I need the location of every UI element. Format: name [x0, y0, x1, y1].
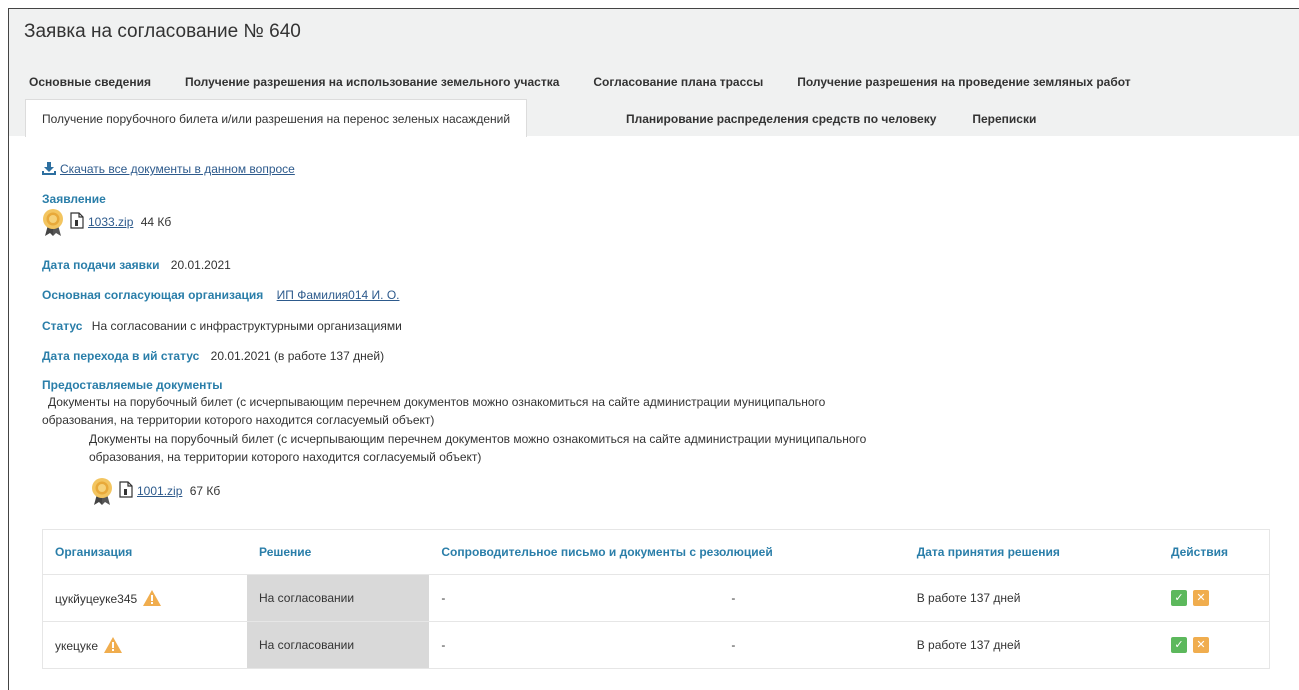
col-header-actions: Действия — [1158, 529, 1270, 575]
status-label: Статус — [42, 319, 83, 333]
certificate-seal-icon — [92, 478, 112, 505]
certificate-seal-icon — [43, 209, 63, 236]
status-row: Статус На согласовании с инфраструктурны… — [42, 319, 402, 333]
documents-label: Предоставляемые документы — [42, 378, 223, 392]
page-header: Заявка на согласование № 640 Основные св… — [9, 9, 1299, 137]
documents-file-size: 67 Кб — [189, 484, 221, 499]
application-label: Заявление — [42, 192, 106, 206]
tab-earthwork-permit[interactable]: Получение разрешения на проведение земля… — [797, 75, 1130, 89]
actions-cell: ✓ ✕ — [1158, 574, 1270, 622]
zip-file-icon — [119, 481, 133, 498]
documents-item-line1: Документы на порубочный билет (с исчерпы… — [89, 432, 867, 446]
tab-budget-planning[interactable]: Планирование распределения средств по че… — [626, 112, 936, 126]
decision-date-cell: В работе 137 дней — [904, 621, 1159, 669]
download-all-row: Скачать все документы в данном вопросе — [42, 162, 295, 176]
tab-tree-permit[interactable]: Получение порубочного билета и/или разре… — [25, 99, 528, 137]
tab-correspondence[interactable]: Переписки — [972, 112, 1036, 126]
org-cell: цукйуцеуке345 — [42, 574, 247, 622]
col-header-documents: Сопроводительное письмо и документы с ре… — [429, 529, 905, 575]
documents-group-line2: образования, на территории которого нахо… — [42, 413, 435, 427]
app-frame: Заявка на согласование № 640 Основные св… — [8, 8, 1299, 690]
org-row: Основная согласующая организация ИП Фами… — [42, 288, 400, 302]
tabs-row-2: Планирование распределения средств по че… — [626, 112, 1072, 126]
application-file-row: 1033.zip 44 Кб — [42, 209, 171, 237]
tab-land-permit[interactable]: Получение разрешения на использование зе… — [185, 75, 559, 89]
approve-check-icon[interactable]: ✓ — [1170, 590, 1187, 606]
decisions-table: Организация Решение Сопроводительное пис… — [42, 529, 1270, 669]
table-header-row: Организация Решение Сопроводительное пис… — [42, 529, 1270, 575]
decision-date-cell: В работе 137 дней — [904, 574, 1159, 622]
submit-date-label: Дата подачи заявки — [42, 258, 160, 272]
decision-cell: На согласовании — [247, 621, 430, 669]
download-all-link[interactable]: Скачать все документы в данном вопросе — [60, 162, 295, 176]
col-header-decision-date: Дата принятия решения — [904, 529, 1159, 575]
documents-item-line2: образования, на территории которого нахо… — [89, 450, 482, 464]
tab-main-info[interactable]: Основные сведения — [29, 75, 151, 89]
org-link[interactable]: ИП Фамилия014 И. О. — [277, 288, 400, 302]
tabs-row-1: Основные сведения Получение разрешения н… — [29, 75, 1165, 89]
org-name: цукйуцеуке345 — [55, 592, 138, 606]
submit-date-row: Дата подачи заявки 20.01.2021 — [42, 258, 231, 272]
application-file-size: 44 Кб — [140, 215, 172, 230]
warning-icon — [104, 637, 122, 653]
table-row: цукйуцеуке345 На согласовании - - В рабо… — [42, 574, 1270, 622]
page-title: Заявка на согласование № 640 — [24, 21, 301, 42]
documents-group-line1: Документы на порубочный билет (с исчерпы… — [48, 395, 826, 409]
download-icon — [42, 162, 56, 175]
letter-cell: - — [429, 574, 563, 622]
org-label: Основная согласующая организация — [42, 288, 264, 302]
org-cell: укецуке — [42, 621, 247, 669]
documents-group-text: Документы на порубочный билет (с исчерпы… — [42, 393, 825, 429]
letter-cell: - — [429, 621, 563, 669]
transition-label: Дата перехода в ий статус — [42, 349, 200, 363]
warning-icon — [143, 590, 162, 606]
status-value: На согласовании с инфраструктурными орга… — [91, 319, 402, 333]
documents-file-link[interactable]: 1001.zip — [137, 484, 182, 498]
documents-item-text: Документы на порубочный билет (с исчерпы… — [89, 430, 866, 466]
reject-x-icon[interactable]: ✕ — [1192, 590, 1209, 606]
reject-x-icon[interactable]: ✕ — [1192, 637, 1209, 653]
approve-check-icon[interactable]: ✓ — [1170, 637, 1187, 653]
submit-date-value: 20.01.2021 — [170, 258, 231, 272]
col-header-decision: Решение — [247, 529, 430, 575]
resolution-cell: - — [562, 574, 905, 622]
documents-file-row: 1001.zip 67 Кб — [91, 478, 220, 506]
decision-cell: На согласовании — [247, 574, 430, 622]
zip-file-icon — [70, 212, 84, 229]
org-name: укецуке — [55, 639, 98, 653]
transition-row: Дата перехода в ий статус 20.01.2021 (в … — [42, 349, 384, 363]
resolution-cell: - — [562, 621, 905, 669]
application-file-link[interactable]: 1033.zip — [88, 215, 133, 229]
table-row: укецуке На согласовании - - В работе 137… — [42, 621, 1270, 669]
tab-route-plan[interactable]: Согласование плана трассы — [593, 75, 763, 89]
actions-cell: ✓ ✕ — [1158, 621, 1270, 669]
transition-value: 20.01.2021 (в работе 137 дней) — [210, 349, 385, 363]
col-header-organization: Организация — [42, 529, 247, 575]
